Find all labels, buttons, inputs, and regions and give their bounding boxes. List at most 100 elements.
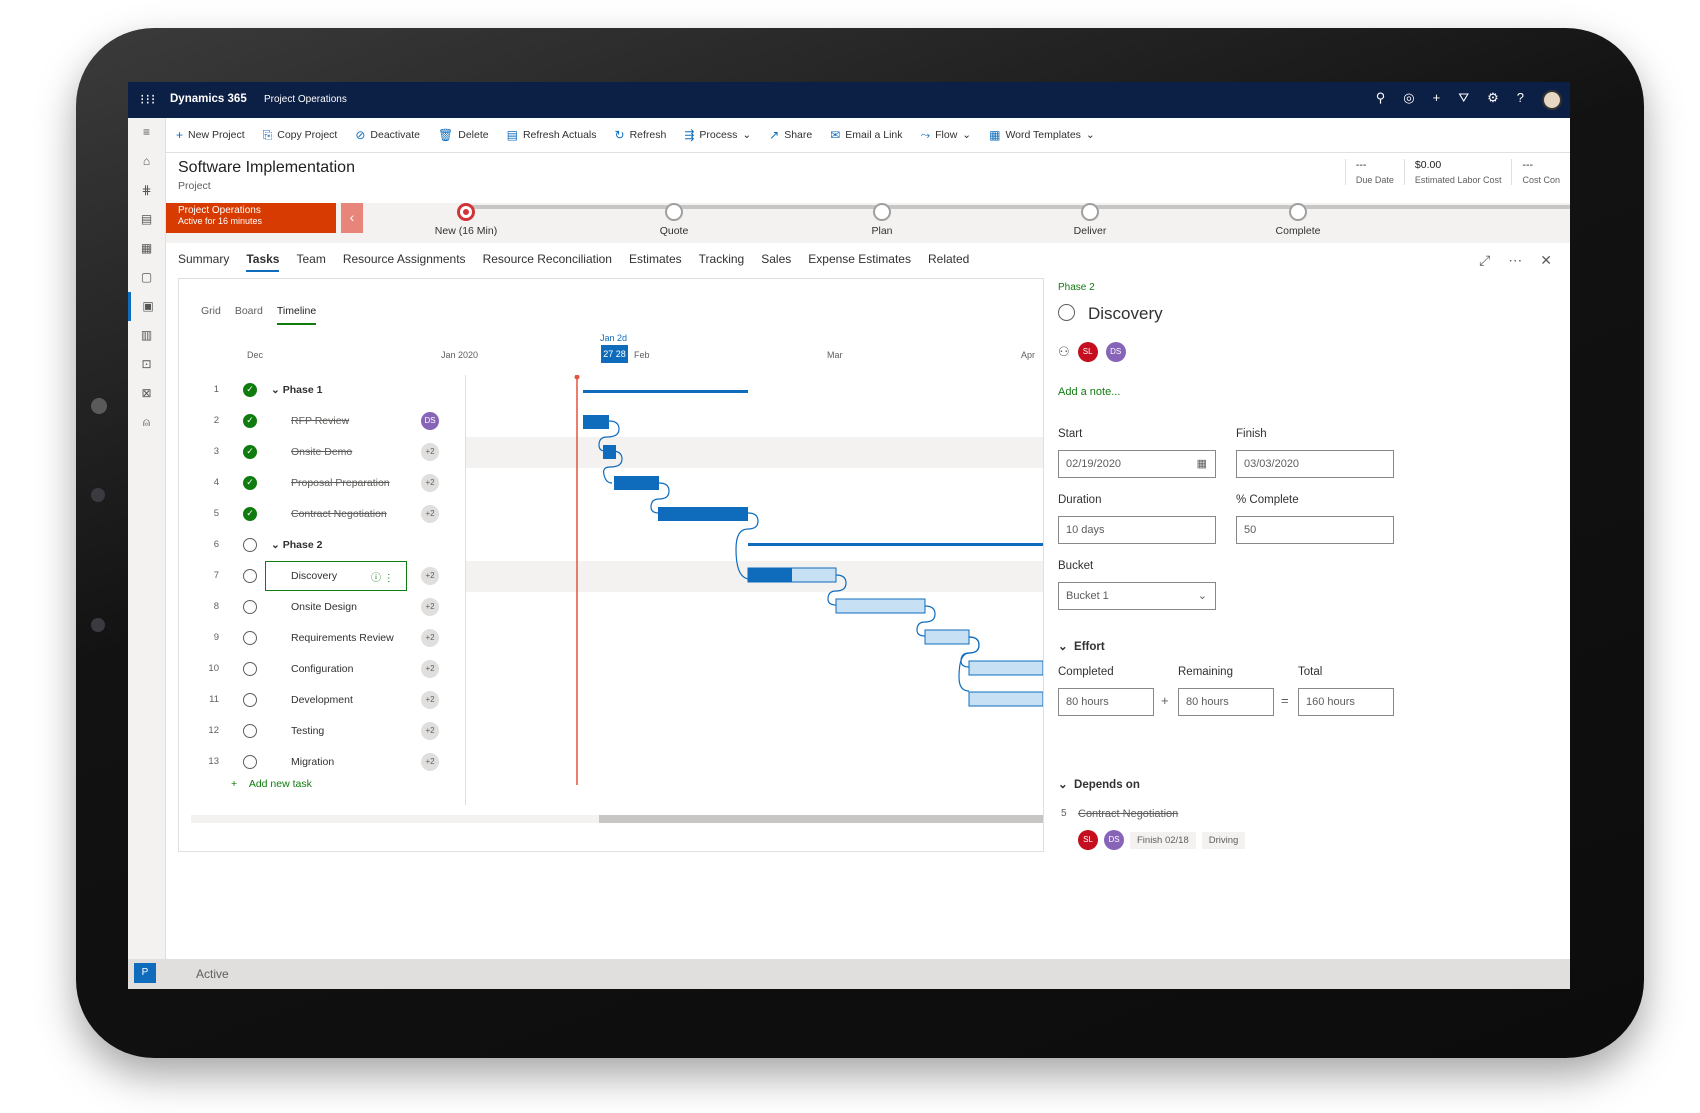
waffle-icon[interactable]: ⁝⁝⁝ [140,91,156,108]
task-name[interactable]: ⌄ Phase 2 [271,539,322,551]
assignee-badge[interactable]: +2 [421,505,439,523]
task-name[interactable]: ⌄ Phase 1 [271,384,322,396]
tab-team[interactable]: Team [296,248,325,272]
table-row[interactable]: 9 Requirements Review +2 [191,623,466,654]
table-row[interactable]: 6 ⌄ Phase 2 [191,530,466,561]
stage-5[interactable]: Complete [1248,203,1348,237]
gear-icon[interactable]: ⚙ [1487,90,1499,110]
task-name[interactable]: Migration [291,756,334,768]
avatar[interactable] [1542,90,1562,110]
task-checkbox[interactable] [243,693,257,707]
stage-4[interactable]: Deliver [1040,203,1140,237]
table-row[interactable]: 2 ✓ RFP Review DS [191,406,466,437]
approvals-icon[interactable]: ⊠ [128,379,165,408]
task-checkbox[interactable] [243,600,257,614]
task-title[interactable]: Discovery [1088,304,1163,324]
person-icon[interactable]: ⚇ [1058,344,1070,360]
tab-resource-assignments[interactable]: Resource Assignments [343,248,466,272]
completed-effort-field[interactable]: 80 hours [1058,688,1154,716]
task-checkbox[interactable] [243,631,257,645]
calendar-icon[interactable]: ▤ [128,205,165,234]
total-effort-field[interactable]: 160 hours [1298,688,1394,716]
projects-icon[interactable]: ▣ [128,292,165,321]
table-row[interactable]: 7 ⓘ ⋮ Discovery +2 [191,561,466,592]
tab-summary[interactable]: Summary [178,248,229,272]
duration-field[interactable]: 10 days [1058,516,1216,544]
word-templates-button[interactable]: ▦ Word Templates ⌄ [989,128,1095,142]
tab-estimates[interactable]: Estimates [629,248,682,272]
bucket-select[interactable]: Bucket 1 ⌄ [1058,582,1216,610]
document-icon[interactable]: ▢ [128,263,165,292]
tab-related[interactable]: Related [928,248,969,272]
assignee-badge[interactable]: DS [421,412,439,430]
task-checkbox[interactable]: ✓ [243,383,257,397]
plus-icon[interactable]: + [1433,90,1441,110]
task-checkbox[interactable] [243,724,257,738]
assignee-badge[interactable]: +2 [421,660,439,678]
assignee-badge[interactable]: +2 [421,474,439,492]
task-name[interactable]: RFP Review [291,415,349,427]
tab-tracking[interactable]: Tracking [699,248,745,272]
table-row[interactable]: 10 Configuration +2 [191,654,466,685]
task-name[interactable]: Proposal Preparation [291,477,390,489]
copy-project-button[interactable]: ⎘ Copy Project [263,128,338,143]
table-row[interactable]: 1 ✓ ⌄ Phase 1 [191,375,466,406]
close-icon[interactable]: ✕ [1540,243,1552,277]
task-complete-checkbox[interactable] [1058,304,1075,321]
resource-icon[interactable]: ⊡ [128,350,165,379]
tab-sales[interactable]: Sales [761,248,791,272]
add-task-button[interactable]: + Add new task [231,778,312,790]
chevron-left-icon[interactable]: ‹ [341,203,363,233]
share-button[interactable]: ↗ Share [769,128,812,142]
dependency-name[interactable]: Contract Negotiation [1078,808,1178,820]
person-icon[interactable]: ⍝ [128,408,165,437]
tab-expense-estimates[interactable]: Expense Estimates [808,248,911,272]
horizontal-scrollbar[interactable] [191,815,1043,823]
start-date-field[interactable]: 02/19/2020 ▦ [1058,450,1216,478]
schedule-icon[interactable]: ▥ [128,321,165,350]
assignee-badge[interactable]: +2 [421,598,439,616]
assignee-badge[interactable]: +2 [421,443,439,461]
report-icon[interactable]: ▦ [128,234,165,263]
assignee-avatar[interactable]: SL [1077,342,1098,362]
menu-icon[interactable]: ≡ [128,118,165,147]
help-icon[interactable]: ? [1517,90,1524,110]
recent-icon[interactable]: ⋕ [128,176,165,205]
table-row[interactable]: 5 ✓ Contract Negotiation +2 [191,499,466,530]
view-timeline[interactable]: Timeline [276,305,317,325]
filter-icon[interactable]: ⛛ [1458,90,1469,110]
task-checkbox[interactable] [243,755,257,769]
assignee-badge[interactable]: +2 [421,753,439,771]
task-name[interactable]: Configuration [291,663,353,675]
stage-1[interactable]: New (16 Min) [416,203,516,237]
task-name[interactable]: Onsite Demo [291,446,352,458]
task-name[interactable]: Testing [291,725,324,737]
process-flag[interactable]: Project Operations Active for 16 minutes [166,203,336,233]
tab-tasks[interactable]: Tasks [246,248,280,272]
process-button[interactable]: ⇶ Process ⌄ [684,128,751,142]
task-checkbox[interactable]: ✓ [243,414,257,428]
task-checkbox[interactable] [243,538,257,552]
depends-section-toggle[interactable]: ⌄ Depends on [1058,777,1140,791]
add-note-link[interactable]: Add a note... [1058,386,1120,398]
percent-complete-field[interactable]: 50 [1236,516,1394,544]
view-grid[interactable]: Grid [201,305,221,325]
task-checkbox[interactable] [243,569,257,583]
task-checkbox[interactable]: ✓ [243,445,257,459]
email-a-link-button[interactable]: ✉ Email a Link [830,128,902,142]
deactivate-button[interactable]: ⊘ Deactivate [355,128,420,142]
assignee-badge[interactable]: +2 [421,567,439,585]
search-icon[interactable]: ⚲ [1376,90,1386,110]
app-name[interactable]: Dynamics 365 [170,93,247,105]
task-name[interactable]: Development [291,694,353,706]
view-board[interactable]: Board [235,305,263,325]
task-checkbox[interactable] [243,662,257,676]
expand-icon[interactable]: ⤢ [1479,243,1490,277]
stage-3[interactable]: Plan [832,203,932,237]
task-name[interactable]: Contract Negotiation [291,508,387,520]
more-icon[interactable]: ⋯ [1508,243,1522,277]
finish-date-field[interactable]: 03/03/2020 [1236,450,1394,478]
table-row[interactable]: 13 Migration +2 [191,747,466,778]
assistant-icon[interactable]: ◎ [1403,90,1414,110]
remaining-effort-field[interactable]: 80 hours [1178,688,1274,716]
